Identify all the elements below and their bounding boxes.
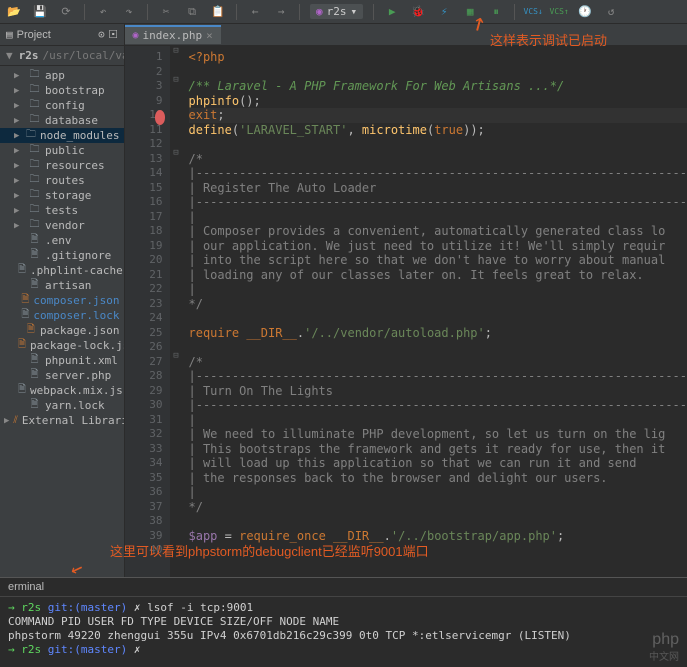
- back-icon[interactable]: ←: [247, 4, 263, 20]
- tree-item-public[interactable]: ▶🗀public: [0, 143, 124, 158]
- terminal-line: COMMAND PID USER FD TYPE DEVICE SIZE/OFF…: [8, 615, 679, 629]
- redo-icon[interactable]: ↷: [121, 4, 137, 20]
- file-icon: 🗎: [28, 234, 41, 247]
- file-icon: 🗎: [28, 249, 41, 262]
- terminal-body[interactable]: → r2s git:(master) ✗ lsof -i tcp:9001COM…: [0, 597, 687, 661]
- tree-item-artisan[interactable]: 🗎artisan: [0, 278, 124, 293]
- library-icon: ⫽: [13, 414, 17, 427]
- open-icon[interactable]: 📂: [6, 4, 22, 20]
- annotation-debug-port: 这里可以看到phpstorm的debugclient已经监听9001端口: [110, 541, 429, 560]
- tree-item-phpunit.xml[interactable]: 🗎phpunit.xml: [0, 353, 124, 368]
- sidebar-title: Project: [17, 29, 51, 41]
- folder-icon: 🗀: [28, 189, 41, 202]
- tab-index-php[interactable]: ◉ index.php ×: [125, 25, 221, 44]
- tree-item-config[interactable]: ▶🗀config: [0, 98, 124, 113]
- vcs-commit-icon[interactable]: VCS↑: [551, 4, 567, 20]
- tree-item-tests[interactable]: ▶🗀tests: [0, 203, 124, 218]
- tree-item-.gitignore[interactable]: 🗎.gitignore: [0, 248, 124, 263]
- cut-icon[interactable]: ✂: [158, 4, 174, 20]
- tree-item-database[interactable]: ▶🗀database: [0, 113, 124, 128]
- file-icon: 🗎: [18, 264, 26, 277]
- copy-icon[interactable]: ⧉: [184, 4, 200, 20]
- chevron-down-icon: ▼: [6, 49, 13, 62]
- tree-item-package.json[interactable]: 🗎package.json: [0, 323, 124, 338]
- sidebar-header: ▤ Project ⊙ 🞔: [0, 24, 124, 46]
- fold-column[interactable]: ⊟⊟⊟⊟: [169, 46, 183, 584]
- annotation-debug-started: 这样表示调试已启动: [490, 30, 607, 49]
- settings-icon[interactable]: 🞔: [109, 28, 118, 42]
- php-icon: ◉: [316, 5, 323, 18]
- file-icon: 🗎: [28, 354, 41, 367]
- code-editor[interactable]: 1239101112131415161718192021222324252627…: [125, 46, 687, 584]
- project-tree[interactable]: ▶🗀app▶🗀bootstrap▶🗀config▶🗀database▶🗀node…: [0, 66, 124, 584]
- file-icon: 🗎: [18, 339, 26, 352]
- main-toolbar: 📂 💾 ⟳ ↶ ↷ ✂ ⧉ 📋 ← → ◉ r2s ▾ ▶ 🐞 ⚡ ▦ ⏸ VC…: [0, 0, 687, 24]
- editor-area: ◉ index.php × 12391011121314151617181920…: [125, 24, 687, 584]
- save-icon[interactable]: 💾: [32, 4, 48, 20]
- debug-icon[interactable]: 🐞: [410, 4, 426, 20]
- project-root[interactable]: ▼ r2s /usr/local/var/ww: [0, 46, 124, 66]
- tree-item-server.php[interactable]: 🗎server.php: [0, 368, 124, 383]
- tree-item-.phplint-cache[interactable]: 🗎.phplint-cache: [0, 263, 124, 278]
- folder-icon: 🗀: [28, 174, 41, 187]
- folder-icon: 🗀: [28, 159, 41, 172]
- tree-item-.env[interactable]: 🗎.env: [0, 233, 124, 248]
- file-icon: 🗎: [26, 324, 36, 337]
- folder-icon: 🗀: [28, 69, 41, 82]
- vcs-update-icon[interactable]: VCS↓: [525, 4, 541, 20]
- terminal-line: → r2s git:(master) ✗: [8, 643, 679, 657]
- file-icon: 🗎: [18, 384, 26, 397]
- file-icon: 🗎: [21, 309, 29, 322]
- line-gutter[interactable]: 1239101112131415161718192021222324252627…: [125, 46, 169, 584]
- close-icon[interactable]: ×: [206, 29, 213, 42]
- tree-item-yarn.lock[interactable]: 🗎yarn.lock: [0, 398, 124, 413]
- watermark-cn: 中文网: [649, 648, 679, 663]
- code-content[interactable]: <?php /** Laravel - A PHP Framework For …: [183, 46, 687, 584]
- folder-icon: 🗀: [28, 204, 41, 217]
- vcs-history-icon[interactable]: 🕐: [577, 4, 593, 20]
- stop-listen-icon[interactable]: ⏸: [488, 4, 504, 20]
- tree-item-webpack.mix.js[interactable]: 🗎webpack.mix.js: [0, 383, 124, 398]
- external-libraries[interactable]: ▶⫽External Libraries: [0, 413, 124, 428]
- watermark: php: [652, 631, 679, 649]
- breakpoint-marker[interactable]: [155, 110, 165, 125]
- tree-item-node_modules[interactable]: ▶🗀node_modules: [0, 128, 124, 143]
- tree-item-resources[interactable]: ▶🗀resources: [0, 158, 124, 173]
- folder-icon: 🗀: [28, 84, 41, 97]
- file-icon: 🗎: [28, 399, 41, 412]
- chevron-down-icon: ▾: [351, 5, 358, 18]
- file-icon: 🗎: [21, 294, 29, 307]
- tree-item-bootstrap[interactable]: ▶🗀bootstrap: [0, 83, 124, 98]
- folder-icon: 🗀: [28, 219, 41, 232]
- tree-item-app[interactable]: ▶🗀app: [0, 68, 124, 83]
- undo-icon[interactable]: ↶: [95, 4, 111, 20]
- debug-listen-icon[interactable]: ⚡: [436, 4, 452, 20]
- project-icon: ▤: [6, 28, 13, 41]
- terminal-tab[interactable]: erminal: [0, 578, 687, 597]
- file-icon: 🗎: [28, 279, 41, 292]
- tree-item-composer.lock[interactable]: 🗎composer.lock: [0, 308, 124, 323]
- tree-item-storage[interactable]: ▶🗀storage: [0, 188, 124, 203]
- terminal-panel: erminal → r2s git:(master) ✗ lsof -i tcp…: [0, 577, 687, 667]
- folder-icon: 🗀: [28, 144, 41, 157]
- collapse-icon[interactable]: ⊙: [98, 28, 105, 41]
- php-file-icon: ◉: [133, 30, 139, 41]
- terminal-line: → r2s git:(master) ✗ lsof -i tcp:9001: [8, 601, 679, 615]
- tree-item-package-lock.json[interactable]: 🗎package-lock.json: [0, 338, 124, 353]
- terminal-line: phpstorm 49220 zhenggui 355u IPv4 0x6701…: [8, 629, 679, 643]
- fwd-icon[interactable]: →: [273, 4, 289, 20]
- paste-icon[interactable]: 📋: [210, 4, 226, 20]
- tree-item-routes[interactable]: ▶🗀routes: [0, 173, 124, 188]
- vcs-revert-icon[interactable]: ↺: [603, 4, 619, 20]
- tree-item-composer.json[interactable]: 🗎composer.json: [0, 293, 124, 308]
- run-config-select[interactable]: ◉ r2s ▾: [310, 4, 363, 19]
- project-sidebar: ▤ Project ⊙ 🞔 ▼ r2s /usr/local/var/ww ▶🗀…: [0, 24, 125, 584]
- run-icon[interactable]: ▶: [384, 4, 400, 20]
- file-icon: 🗎: [28, 369, 41, 382]
- folder-icon: 🗀: [26, 129, 36, 142]
- tree-item-vendor[interactable]: ▶🗀vendor: [0, 218, 124, 233]
- refresh-icon[interactable]: ⟳: [58, 4, 74, 20]
- folder-icon: 🗀: [28, 99, 41, 112]
- folder-icon: 🗀: [28, 114, 41, 127]
